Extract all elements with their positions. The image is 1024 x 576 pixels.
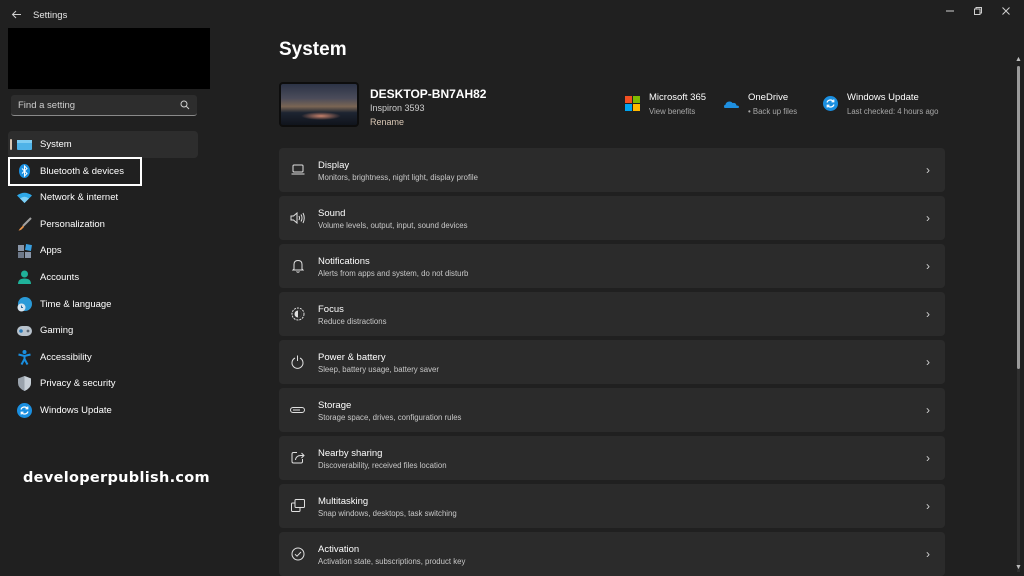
system-icon: [17, 137, 32, 152]
sidebar-item-time-language[interactable]: Time & language: [8, 291, 198, 318]
sidebar-nav: System Bluetooth & devices Network & int…: [8, 131, 198, 424]
bluetooth-icon: [17, 164, 32, 179]
accessibility-icon: [17, 349, 32, 365]
update-icon: [17, 402, 32, 418]
sidebar-item-system[interactable]: System: [8, 131, 198, 158]
settings-card-activation[interactable]: Activation Activation state, subscriptio…: [279, 532, 945, 576]
account-icon: [17, 270, 32, 285]
gamepad-icon: [17, 323, 32, 338]
chevron-right-icon: ›: [926, 355, 930, 369]
speaker-icon: [290, 210, 305, 225]
chevron-right-icon: ›: [926, 259, 930, 273]
search-input[interactable]: [11, 95, 171, 115]
sidebar-item-gaming[interactable]: Gaming: [8, 317, 198, 344]
settings-card-multitasking[interactable]: Multitasking Snap windows, desktops, tas…: [279, 484, 945, 528]
chevron-right-icon: ›: [926, 499, 930, 513]
settings-card-focus[interactable]: Focus Reduce distractions ›: [279, 292, 945, 336]
chevron-right-icon: ›: [926, 547, 930, 561]
scroll-up-arrow-icon[interactable]: ▲: [1015, 56, 1022, 64]
close-icon: [1002, 7, 1010, 15]
shield-icon: [17, 376, 32, 392]
vertical-scrollbar[interactable]: ▲ ▼: [1015, 56, 1022, 572]
chevron-right-icon: ›: [926, 403, 930, 417]
sidebar-item-apps[interactable]: Apps: [8, 237, 198, 264]
sidebar-item-windows-update[interactable]: Windows Update: [8, 397, 198, 424]
apps-icon: [17, 243, 32, 258]
search-icon[interactable]: [180, 100, 190, 110]
app-title: Settings: [33, 10, 68, 21]
sidebar-item-personalization[interactable]: Personalization: [8, 211, 198, 238]
page-title: System: [279, 39, 347, 60]
sidebar-item-network[interactable]: Network & internet: [8, 184, 198, 211]
search-box[interactable]: [11, 95, 197, 116]
scroll-down-arrow-icon[interactable]: ▼: [1015, 564, 1022, 572]
power-icon: [290, 354, 305, 369]
settings-list: Display Monitors, brightness, night ligh…: [279, 148, 945, 576]
focus-icon: [290, 306, 305, 321]
chevron-right-icon: ›: [926, 211, 930, 225]
check-circle-icon: [290, 546, 305, 561]
settings-card-display[interactable]: Display Monitors, brightness, night ligh…: [279, 148, 945, 192]
device-model: Inspiron 3593: [370, 103, 425, 113]
settings-card-power-battery[interactable]: Power & battery Sleep, battery usage, ba…: [279, 340, 945, 384]
user-profile-redacted: [8, 28, 210, 89]
chevron-right-icon: ›: [926, 163, 930, 177]
sidebar-item-bluetooth[interactable]: Bluetooth & devices: [8, 158, 198, 185]
restore-icon: [974, 7, 982, 15]
watermark-text: developerpublish.com: [23, 470, 210, 486]
minimize-icon: [946, 10, 954, 12]
sidebar-item-accessibility[interactable]: Accessibility: [8, 344, 198, 371]
settings-card-sound[interactable]: Sound Volume levels, output, input, soun…: [279, 196, 945, 240]
device-name: DESKTOP-BN7AH82: [370, 87, 487, 101]
display-icon: [290, 162, 305, 177]
arrow-left-icon: [11, 10, 21, 19]
multitasking-icon: [290, 498, 305, 513]
settings-card-nearby-sharing[interactable]: Nearby sharing Discoverability, received…: [279, 436, 945, 480]
active-indicator: [10, 139, 12, 150]
windows-update-icon: [823, 96, 838, 111]
wifi-icon: [17, 190, 32, 205]
settings-card-notifications[interactable]: Notifications Alerts from apps and syste…: [279, 244, 945, 288]
desktop-wallpaper-thumbnail: [279, 82, 359, 127]
storage-icon: [290, 402, 305, 417]
chevron-right-icon: ›: [926, 451, 930, 465]
microsoft-logo-icon: [625, 96, 640, 111]
settings-card-storage[interactable]: Storage Storage space, drives, configura…: [279, 388, 945, 432]
bell-icon: [290, 258, 305, 273]
scrollbar-thumb[interactable]: [1017, 66, 1020, 369]
rename-link[interactable]: Rename: [370, 117, 404, 127]
brush-icon: [17, 217, 32, 232]
share-icon: [290, 450, 305, 465]
sidebar-item-privacy-security[interactable]: Privacy & security: [8, 370, 198, 397]
close-button[interactable]: [990, 0, 1022, 22]
chevron-right-icon: ›: [926, 307, 930, 321]
onedrive-cloud-icon: [724, 101, 739, 108]
back-button[interactable]: [8, 8, 24, 24]
sidebar-item-accounts[interactable]: Accounts: [8, 264, 198, 291]
time-language-icon: [17, 296, 32, 312]
